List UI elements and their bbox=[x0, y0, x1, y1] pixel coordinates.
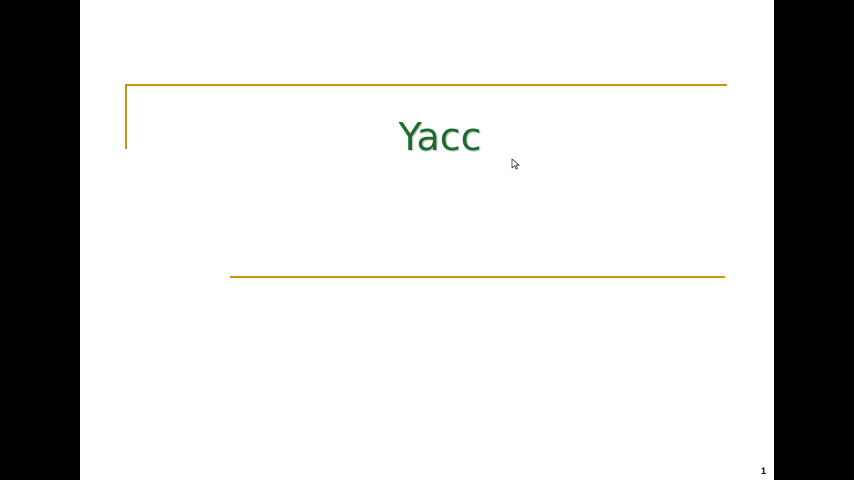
slide-canvas[interactable]: Yacc 1 bbox=[80, 0, 774, 480]
slide-title: Yacc bbox=[398, 115, 482, 159]
title-frame-top-rule bbox=[125, 84, 727, 86]
title-divider-rule bbox=[230, 276, 725, 278]
mouse-pointer-icon bbox=[511, 158, 520, 170]
presentation-viewport: Yacc 1 bbox=[0, 0, 854, 480]
title-frame-left-rule bbox=[125, 84, 127, 149]
slide-number: 1 bbox=[760, 466, 766, 476]
